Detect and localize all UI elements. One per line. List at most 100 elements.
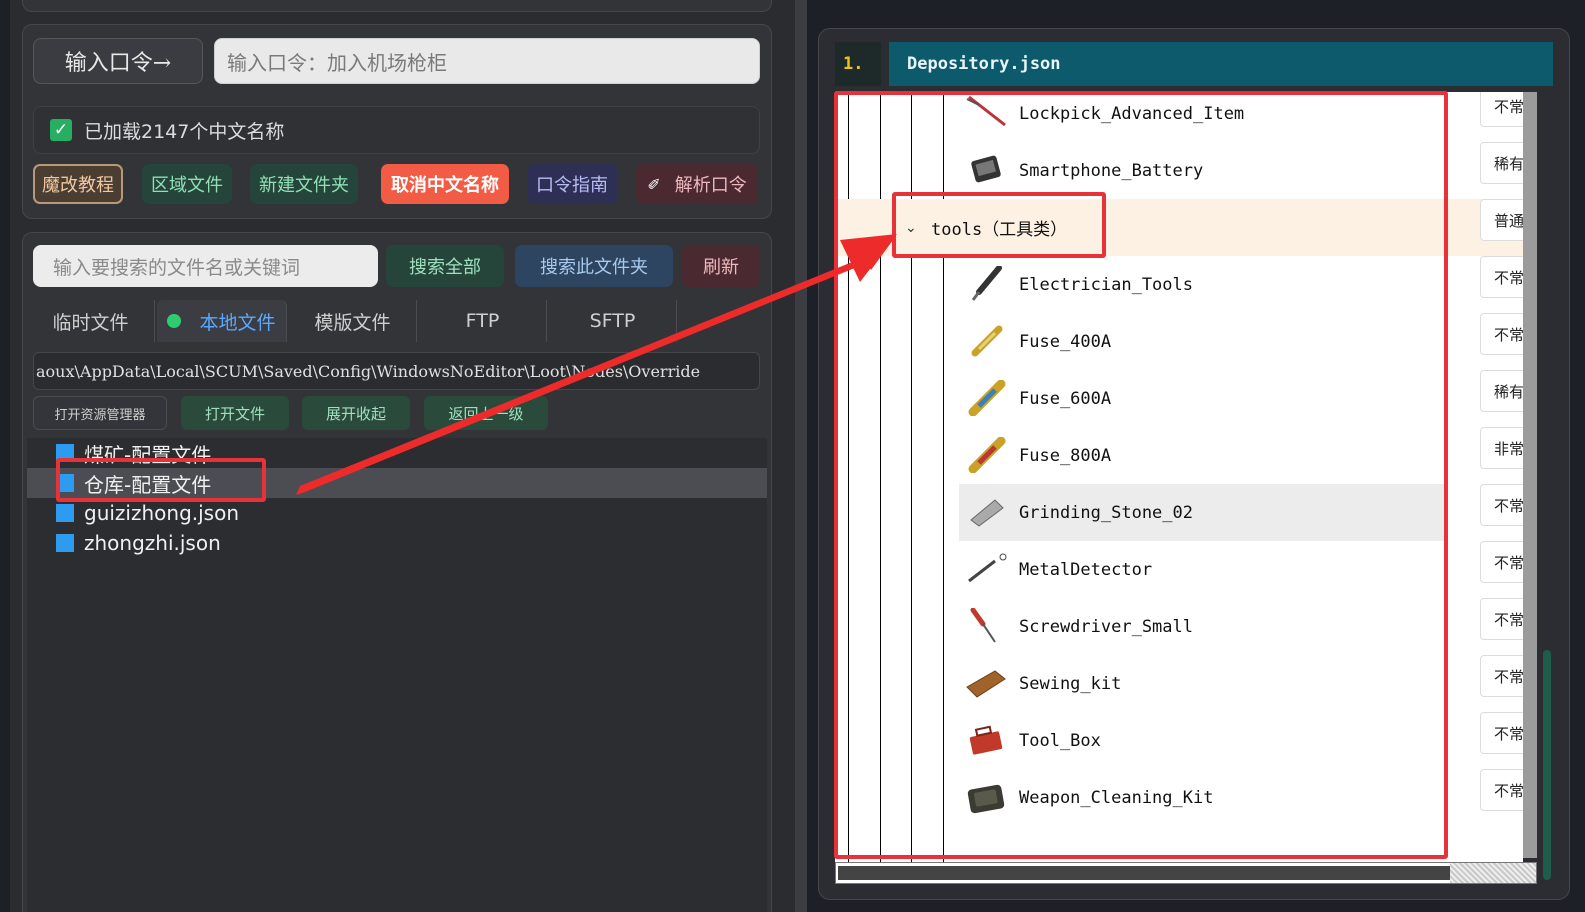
file-icon xyxy=(56,504,74,522)
loaded-checkbox[interactable]: ✓ xyxy=(50,119,72,141)
tree-item-row[interactable]: Smartphone_Battery xyxy=(835,142,1525,199)
horizontal-scroll-thumb[interactable] xyxy=(838,866,1450,880)
screwdriver-icon xyxy=(970,608,996,643)
rarity-field[interactable]: 不常 xyxy=(1480,92,1525,127)
lockpick-icon xyxy=(966,95,1006,127)
item-name: Lockpick_Advanced_Item xyxy=(1019,103,1245,124)
top-strip xyxy=(22,0,772,12)
tab-template-files[interactable]: 模版文件 xyxy=(289,300,417,342)
tree-item-row[interactable]: Sewing_kit xyxy=(835,655,1525,712)
fuse-icon xyxy=(968,380,1006,416)
file-source-tabs: 临时文件 本地文件 模版文件 FTP SFTP xyxy=(27,300,767,342)
cleaning-kit-icon xyxy=(967,784,1005,814)
fuse-icon xyxy=(968,437,1006,473)
panel-scroll-accent[interactable] xyxy=(1543,650,1551,880)
search-all-button[interactable]: 搜索全部 xyxy=(386,245,504,287)
metal-detector-icon xyxy=(968,553,1007,583)
tab-local-files[interactable]: 本地文件 xyxy=(157,300,287,342)
tree-item-row[interactable]: MetalDetector xyxy=(835,541,1525,598)
command-label: 输入口令→ xyxy=(33,38,203,84)
tree-item-row[interactable]: Fuse_600A xyxy=(835,370,1525,427)
tab-ftp[interactable]: FTP xyxy=(419,300,547,342)
rarity-field[interactable]: 不常 xyxy=(1480,655,1525,697)
go-up-button[interactable]: 返回上一级 xyxy=(424,396,548,430)
file-name: zhongzhi.json xyxy=(84,531,221,555)
electrician-tools-icon xyxy=(971,266,1002,301)
file-icon xyxy=(56,534,74,552)
tree-item-row[interactable]: Fuse_800A xyxy=(835,427,1525,484)
grinding-stone-icon xyxy=(970,499,1004,527)
loaded-text: 已加载2147个中文名称 xyxy=(84,120,285,143)
rarity-field[interactable]: 稀有 xyxy=(1480,370,1525,412)
item-name: MetalDetector xyxy=(1019,559,1153,580)
item-tree: Lockpick_Advanced_Item Smartphone_Batter… xyxy=(835,92,1525,862)
list-item[interactable]: zhongzhi.json xyxy=(27,528,767,558)
new-folder-button[interactable]: 新建文件夹 xyxy=(250,164,358,204)
refresh-button[interactable]: 刷新 xyxy=(682,245,760,287)
tree-category-row[interactable]: ⌄ tools（工具类） xyxy=(835,199,1525,256)
rarity-field[interactable]: 稀有 xyxy=(1480,142,1525,184)
tab-sftp[interactable]: SFTP xyxy=(549,300,677,342)
command-input[interactable]: 输入口令：加入机场枪柜 xyxy=(214,38,760,84)
rarity-field[interactable]: 普通 xyxy=(1480,199,1525,241)
file-name: 仓库-配置文件 xyxy=(84,472,212,497)
command-guide-button[interactable]: 口令指南 xyxy=(527,164,617,204)
parse-command-label: 解析口令 xyxy=(674,175,747,196)
tab-temp-files[interactable]: 临时文件 xyxy=(27,300,155,342)
open-file-button[interactable]: 打开文件 xyxy=(181,396,289,430)
item-name: Smartphone_Battery xyxy=(1019,160,1204,181)
tutorial-button[interactable]: 魔改教程 xyxy=(33,164,123,204)
rarity-field[interactable]: 不常 xyxy=(1480,769,1525,811)
list-item[interactable]: guizizhong.json xyxy=(27,498,767,528)
rarity-field[interactable]: 不常 xyxy=(1480,712,1525,754)
tree-item-row[interactable]: Fuse_400A xyxy=(835,313,1525,370)
tree-item-row[interactable]: Grinding_Stone_02 xyxy=(959,484,1445,541)
fuse-icon xyxy=(971,325,1003,357)
tree-item-row[interactable]: Tool_Box xyxy=(835,712,1525,769)
file-name: 煤矿-配置文件 xyxy=(84,442,212,467)
rarity-field[interactable]: 不常 xyxy=(1480,541,1525,583)
horizontal-scrollbar[interactable] xyxy=(835,862,1537,884)
category-name: tools（工具类） xyxy=(931,220,1068,240)
pen-icon: ✐ xyxy=(647,174,661,194)
tree-item-row[interactable]: Screwdriver_Small xyxy=(835,598,1525,655)
list-item[interactable]: 煤矿-配置文件 xyxy=(27,438,767,468)
parse-command-button[interactable]: ✐ 解析口令 xyxy=(636,164,758,204)
rarity-field[interactable]: 不常 xyxy=(1480,256,1525,298)
region-file-button[interactable]: 区域文件 xyxy=(142,164,232,204)
item-name: Sewing_kit xyxy=(1019,673,1122,694)
rarity-field[interactable]: 非常 xyxy=(1480,427,1525,469)
item-name: Screwdriver_Small xyxy=(1019,616,1193,637)
search-folder-button[interactable]: 搜索此文件夹 xyxy=(515,245,673,287)
vertical-scroll-thumb[interactable] xyxy=(1523,92,1537,858)
search-input[interactable]: 输入要搜索的文件名或关键词 xyxy=(33,245,378,287)
expand-collapse-button[interactable]: 展开收起 xyxy=(302,396,410,430)
toolbox-icon xyxy=(969,725,1003,755)
file-name: guizizhong.json xyxy=(84,501,240,525)
battery-icon xyxy=(971,155,1001,183)
item-name: Fuse_800A xyxy=(1019,445,1112,466)
list-item[interactable]: 仓库-配置文件 xyxy=(27,468,767,498)
tree-item-row[interactable]: Weapon_Cleaning_Kit xyxy=(835,769,1525,826)
item-name: Weapon_Cleaning_Kit xyxy=(1019,787,1214,808)
editor-tab-number[interactable]: 1. xyxy=(835,42,881,86)
rarity-field[interactable]: 不常 xyxy=(1480,313,1525,355)
horizontal-scroll-track[interactable] xyxy=(1450,863,1536,883)
tree-item-row[interactable]: Lockpick_Advanced_Item xyxy=(835,92,1525,142)
path-field[interactable]: aoux\AppData\Local\SCUM\Saved\Config\Win… xyxy=(33,352,760,390)
rarity-field[interactable]: 不常 xyxy=(1480,598,1525,640)
file-icon xyxy=(56,444,74,462)
cancel-cn-names-button[interactable]: 取消中文名称 xyxy=(381,164,509,204)
chevron-down-icon[interactable]: ⌄ xyxy=(905,199,917,256)
open-explorer-button[interactable]: 打开资源管理器 xyxy=(33,396,167,430)
item-name: Tool_Box xyxy=(1019,730,1101,751)
rarity-field[interactable]: 不常 xyxy=(1480,484,1525,526)
editor-tab-title[interactable]: Depository.json xyxy=(889,42,1553,86)
item-name: Fuse_400A xyxy=(1019,331,1112,352)
active-dot-icon xyxy=(167,314,182,328)
item-name: Electrician_Tools xyxy=(1019,274,1193,295)
tree-item-row[interactable]: Electrician_Tools xyxy=(835,256,1525,313)
item-name: Grinding_Stone_02 xyxy=(1019,502,1193,523)
item-name: Fuse_600A xyxy=(1019,388,1112,409)
panel-divider[interactable] xyxy=(795,0,807,912)
